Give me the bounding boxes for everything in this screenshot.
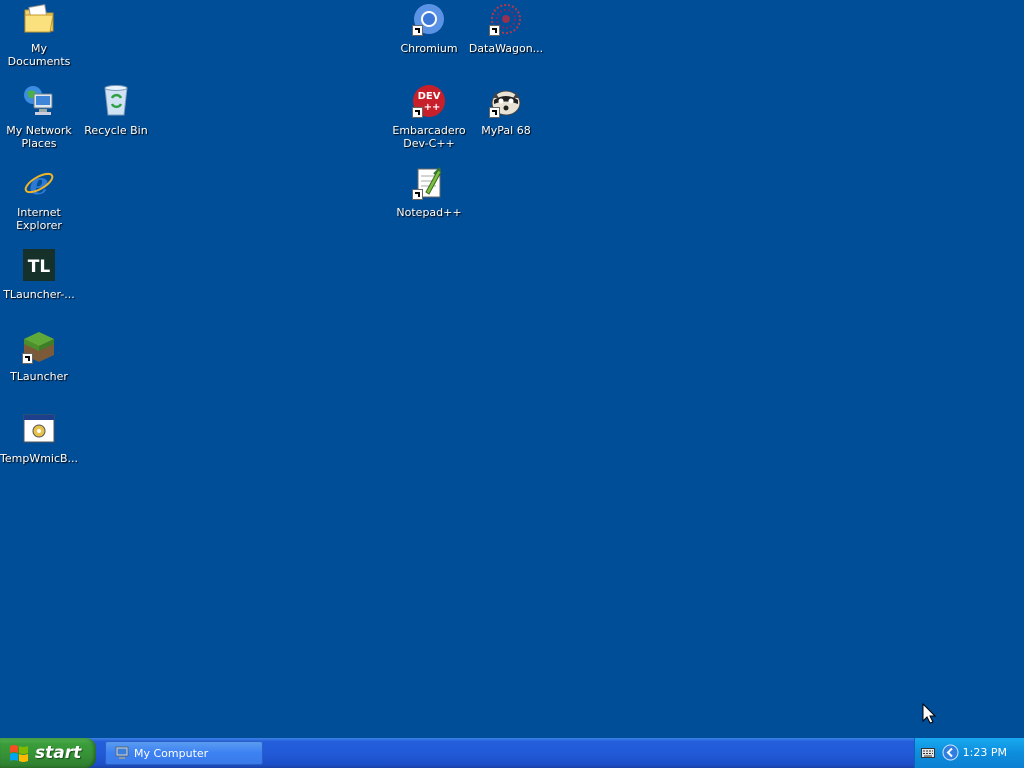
desktop-icon-recycle-bin[interactable]: Recycle Bin: [77, 84, 155, 137]
batch-file-icon: [22, 412, 56, 446]
desktop-icon-mypal[interactable]: MyPal 68: [467, 84, 545, 137]
show-hidden-icons-chevron-icon[interactable]: [942, 744, 959, 761]
svg-text:++: ++: [424, 102, 441, 113]
shortcut-arrow-icon: [412, 107, 423, 118]
desktop-icon-label: Recycle Bin: [84, 124, 148, 137]
clock[interactable]: 1:23 PM: [963, 746, 1007, 759]
shortcut-arrow-icon: [22, 353, 33, 364]
desktop-icon-label: TLauncher: [10, 370, 68, 383]
notepadpp-icon: [412, 166, 446, 200]
desktop-icon-my-network-places[interactable]: My Network Places: [0, 84, 78, 150]
desktop-icon-label: Internet Explorer: [16, 206, 62, 232]
svg-text:DEV: DEV: [418, 91, 441, 102]
start-label: start: [35, 743, 82, 763]
windows-flag-icon: [10, 745, 28, 762]
my-computer-icon: [115, 746, 129, 759]
shortcut-arrow-icon: [489, 25, 500, 36]
svg-text:e: e: [29, 167, 48, 200]
datawagon-icon: [489, 2, 523, 36]
desktop-icon-label: Embarcadero Dev-C++: [392, 124, 466, 150]
desktop-icon-label: TempWmicB...: [0, 452, 79, 465]
desktop-icon-tempwmic[interactable]: TempWmicB...: [0, 412, 78, 465]
desktop-icon-devcpp[interactable]: DEV ++ Embarcadero Dev-C++: [390, 84, 468, 150]
desktop-icon-label: My Network Places: [6, 124, 72, 150]
tlauncher-tl-icon: TL: [22, 248, 56, 282]
desktop-icon-datawagon[interactable]: DataWagon...: [467, 2, 545, 55]
desktop-icon-label: TLauncher-...: [3, 288, 75, 301]
keyboard-icon[interactable]: [921, 747, 935, 759]
svg-text:TL: TL: [28, 257, 51, 277]
desktop-icon-label: Chromium: [400, 42, 458, 55]
desktop-icon-label: DataWagon...: [468, 42, 544, 55]
network-places-icon: [22, 84, 56, 118]
desktop-icon-notepadpp[interactable]: Notepad++: [390, 166, 468, 219]
mouse-cursor-icon: [922, 703, 936, 724]
taskbar: start My Computer 1:23 PM: [0, 738, 1024, 768]
taskbar-button-label: My Computer: [134, 746, 209, 760]
desktop-icon-my-documents[interactable]: My Documents: [0, 2, 78, 68]
system-tray: 1:23 PM: [914, 738, 1024, 768]
desktop-icon-tlauncher[interactable]: TLauncher: [0, 330, 78, 383]
desktop-icon-label: My Documents: [7, 42, 71, 68]
internet-explorer-icon: e: [22, 166, 56, 200]
mypal-icon: [489, 84, 523, 118]
desktop-icon-label: Notepad++: [396, 206, 462, 219]
chromium-icon: [412, 2, 446, 36]
desktop-icon-internet-explorer[interactable]: e Internet Explorer: [0, 166, 78, 232]
shortcut-arrow-icon: [489, 107, 500, 118]
desktop-icon-tlauncher-installer[interactable]: TL TLauncher-...: [0, 248, 78, 301]
desktop-icon-label: MyPal 68: [481, 124, 531, 137]
start-button[interactable]: start: [0, 738, 96, 768]
my-documents-icon: [22, 2, 56, 36]
tlauncher-grass-icon: [22, 330, 56, 364]
recycle-bin-icon: [99, 84, 133, 118]
taskbar-button-my-computer[interactable]: My Computer: [105, 741, 263, 765]
devcpp-icon: DEV ++: [412, 84, 446, 118]
desktop: My Documents My Network Places Recycle B…: [0, 0, 1024, 738]
shortcut-arrow-icon: [412, 189, 423, 200]
shortcut-arrow-icon: [412, 25, 423, 36]
desktop-icon-chromium[interactable]: Chromium: [390, 2, 468, 55]
